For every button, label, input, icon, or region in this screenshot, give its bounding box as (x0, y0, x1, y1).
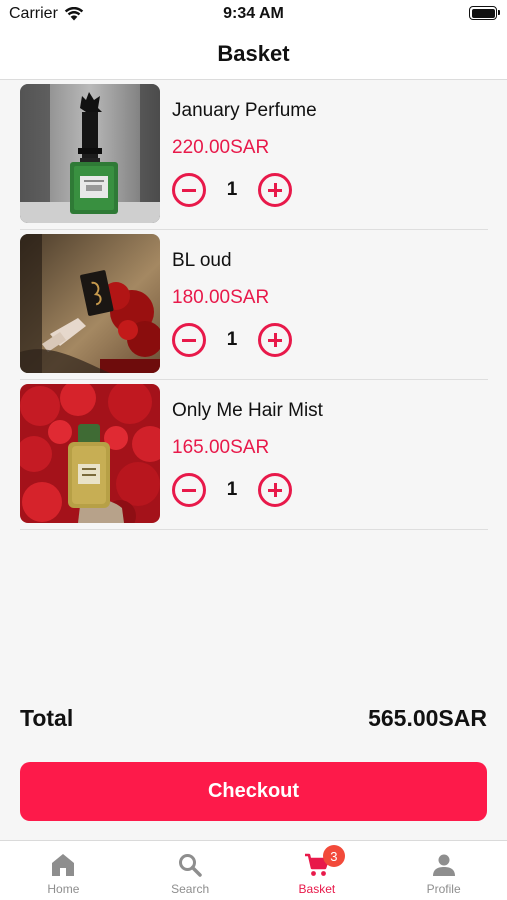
battery-icon (469, 6, 500, 20)
quantity-stepper: 1 (172, 472, 292, 508)
tab-bar: Home Search 3 Basket Profile (0, 840, 507, 900)
tab-search[interactable]: Search (127, 841, 254, 900)
item-price: 165.00SAR (172, 437, 270, 458)
tab-profile[interactable]: Profile (380, 841, 507, 900)
basket-item: BL oud 180.00SAR 1 (20, 230, 488, 380)
tab-basket[interactable]: 3 Basket (254, 841, 381, 900)
home-icon (52, 854, 75, 876)
quantity-stepper: 1 (172, 322, 292, 358)
tab-profile-label: Profile (426, 882, 461, 896)
tab-home-label: Home (47, 882, 80, 896)
increase-quantity-button[interactable] (258, 473, 292, 507)
person-icon (432, 854, 455, 876)
decrease-quantity-button[interactable] (172, 323, 206, 357)
decrease-quantity-button[interactable] (172, 473, 206, 507)
quantity-stepper: 1 (172, 172, 292, 208)
item-name: Only Me Hair Mist (172, 400, 323, 421)
tab-basket-label: Basket (298, 882, 336, 896)
total-label: Total (20, 705, 74, 731)
basket-item: January Perfume 220.00SAR 1 (20, 80, 488, 230)
quantity-value: 1 (226, 329, 238, 350)
cart-count-badge: 3 (322, 845, 345, 867)
status-bar: Carrier 9:34 AM (0, 0, 507, 28)
item-name: BL oud (172, 250, 232, 271)
navigation-bar: Basket (0, 28, 507, 80)
tab-home[interactable]: Home (0, 841, 127, 900)
checkout-button[interactable]: Checkout (20, 762, 487, 821)
increase-quantity-button[interactable] (258, 323, 292, 357)
status-time: 9:34 AM (223, 5, 284, 22)
product-image-january-perfume (20, 84, 160, 223)
quantity-value: 1 (226, 479, 238, 500)
basket-list: January Perfume 220.00SAR 1 BL oud 180.0… (20, 80, 488, 530)
search-icon (179, 854, 202, 877)
total-value: 565.00SAR (368, 705, 487, 731)
item-price: 180.00SAR (172, 287, 270, 308)
item-name: January Perfume (172, 100, 317, 121)
quantity-value: 1 (226, 179, 238, 200)
tab-search-label: Search (171, 882, 210, 896)
page-title: Basket (217, 40, 290, 66)
item-price: 220.00SAR (172, 137, 270, 158)
product-image-bl-oud (20, 234, 160, 373)
product-image-only-me-hair-mist (20, 384, 160, 523)
increase-quantity-button[interactable] (258, 173, 292, 207)
basket-item: Only Me Hair Mist 165.00SAR 1 (20, 380, 488, 530)
decrease-quantity-button[interactable] (172, 173, 206, 207)
